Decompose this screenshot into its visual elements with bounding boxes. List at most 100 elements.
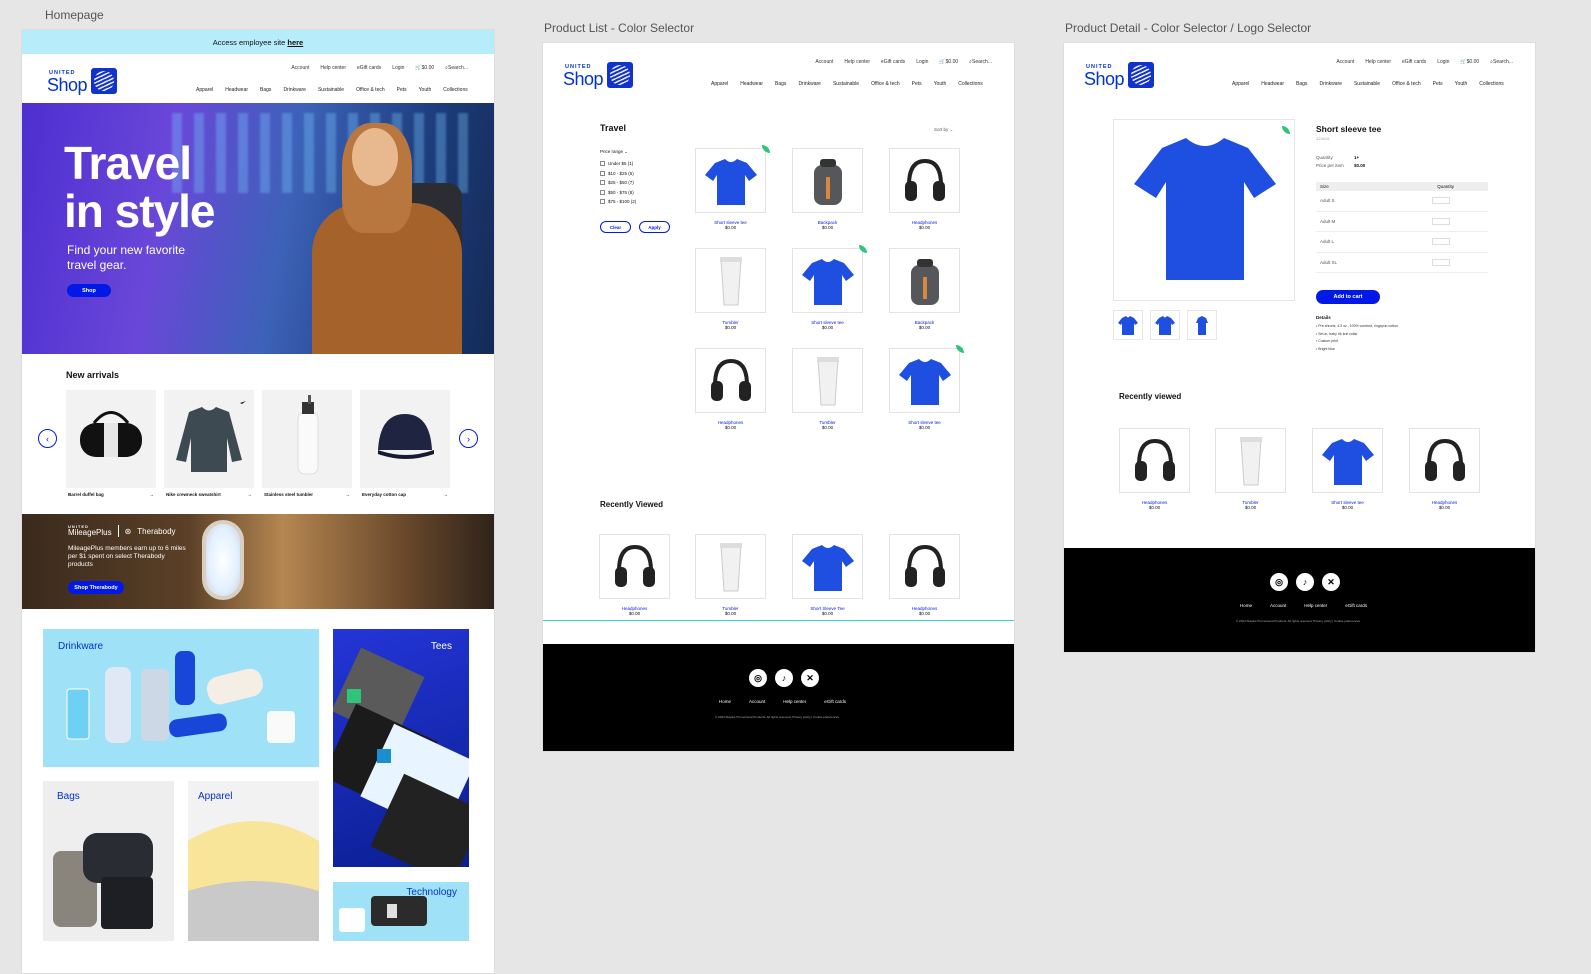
clear-button[interactable]: Clear [600, 221, 631, 233]
tile-tees[interactable]: Tees [333, 629, 469, 867]
help-center-link[interactable]: Help center [320, 65, 346, 71]
tile-bags[interactable]: Bags [43, 781, 174, 941]
thumbnail-front[interactable] [1113, 310, 1143, 340]
sort-dropdown[interactable]: Sort by ⌄ [934, 127, 953, 133]
help-center-link[interactable]: Help center [1365, 59, 1391, 65]
united-shop-logo[interactable]: UNITED Shop [1084, 62, 1155, 88]
footer-help[interactable]: Help center [1304, 603, 1327, 608]
arrow-right-icon[interactable]: → [346, 492, 351, 497]
nav-sustainable[interactable]: Sustainable [318, 87, 344, 93]
price-range-toggle[interactable]: Price range ⌄ [600, 149, 636, 155]
carousel-next-button[interactable]: › [459, 429, 478, 448]
cart-link[interactable]: 🛒$0.00 [1460, 59, 1479, 65]
nav-headwear[interactable]: Headwear [740, 81, 763, 87]
apply-button[interactable]: Apply [639, 221, 670, 233]
arrival-card[interactable] [66, 390, 156, 488]
search-link[interactable]: ⌕Search... [445, 65, 468, 71]
quantity-input[interactable] [1432, 197, 1450, 205]
nav-apparel[interactable]: Apparel [196, 87, 213, 93]
x-icon[interactable]: ✕ [1322, 573, 1340, 591]
footer-home[interactable]: Home [1240, 603, 1252, 608]
account-link[interactable]: Account [815, 59, 833, 65]
footer-egift[interactable]: eGift cards [1345, 603, 1367, 608]
carousel-prev-button[interactable]: ‹ [38, 429, 57, 448]
product-card[interactable]: Tumbler $0.00 [695, 248, 766, 330]
product-card[interactable]: Backpack $0.00 [889, 248, 960, 330]
tile-technology[interactable]: Technology [333, 882, 469, 941]
united-shop-logo[interactable]: UNITED Shop [563, 62, 634, 88]
filter-option[interactable]: Under $5 (1) [600, 161, 636, 166]
nav-drinkware[interactable]: Drinkware [283, 87, 306, 93]
nav-youth[interactable]: Youth [419, 87, 432, 93]
arrival-card[interactable] [164, 390, 254, 488]
egift-link[interactable]: eGift cards [881, 59, 905, 65]
nav-pets[interactable]: Pets [397, 87, 407, 93]
banner-link[interactable]: here [287, 38, 303, 47]
quantity-input[interactable] [1432, 217, 1450, 225]
instagram-icon[interactable]: ◎ [749, 669, 767, 687]
account-link[interactable]: Account [1336, 59, 1354, 65]
product-card[interactable]: Headphones $0.00 [889, 148, 960, 230]
recent-card[interactable]: Tumbler $0.00 [1215, 428, 1286, 510]
instagram-icon[interactable]: ◎ [1270, 573, 1288, 591]
nav-office-tech[interactable]: Office & tech [356, 87, 385, 93]
nav-drinkware[interactable]: Drinkware [1319, 81, 1342, 87]
nav-headwear[interactable]: Headwear [1261, 81, 1284, 87]
filter-option[interactable]: $25 - $50 (7) [600, 180, 636, 185]
nav-collections[interactable]: Collections [958, 81, 982, 87]
nav-bags[interactable]: Bags [260, 87, 271, 93]
arrival-card[interactable] [262, 390, 352, 488]
tiktok-icon[interactable]: ♪ [775, 669, 793, 687]
egift-link[interactable]: eGift cards [357, 65, 381, 71]
quantity-input[interactable] [1432, 258, 1450, 266]
product-card[interactable]: Short sleeve tee $0.00 [792, 245, 867, 330]
product-card[interactable]: Tumbler $0.00 [792, 348, 863, 430]
nav-drinkware[interactable]: Drinkware [798, 81, 821, 87]
recent-card[interactable]: Headphones $0.00 [889, 534, 960, 616]
egift-link[interactable]: eGift cards [1402, 59, 1426, 65]
nav-apparel[interactable]: Apparel [711, 81, 728, 87]
add-to-cart-button[interactable]: Add to cart [1316, 290, 1380, 304]
product-card[interactable]: Short sleeve tee $0.00 [889, 345, 964, 430]
tile-drinkware[interactable]: Drinkware [43, 629, 319, 767]
account-link[interactable]: Account [291, 65, 309, 71]
nav-sustainable[interactable]: Sustainable [1354, 81, 1380, 87]
footer-home[interactable]: Home [719, 699, 731, 704]
recent-card[interactable]: Headphones $0.00 [599, 534, 670, 616]
filter-option[interactable]: $75 - $100 (2) [600, 199, 636, 204]
nav-bags[interactable]: Bags [1296, 81, 1307, 87]
thumbnail-side[interactable] [1150, 310, 1180, 340]
footer-account[interactable]: Account [1270, 603, 1286, 608]
thumbnail-back[interactable] [1187, 310, 1217, 340]
recent-card[interactable]: Short Sleeve Tee $0.00 [792, 534, 863, 616]
cart-link[interactable]: 🛒$0.00 [415, 65, 434, 71]
product-card[interactable]: Short sleeve tee $0.00 [695, 145, 770, 230]
recent-card[interactable]: Tumbler $0.00 [695, 534, 766, 616]
login-link[interactable]: Login [916, 59, 928, 65]
nav-office-tech[interactable]: Office & tech [871, 81, 900, 87]
login-link[interactable]: Login [392, 65, 404, 71]
hero-shop-button[interactable]: Shop [67, 284, 111, 297]
filter-option[interactable]: $50 - $75 (8) [600, 189, 636, 195]
search-link[interactable]: ⌕Search... [969, 59, 992, 65]
recent-card[interactable]: Headphones $0.00 [1119, 428, 1190, 510]
quantity-input[interactable] [1432, 238, 1450, 246]
tiktok-icon[interactable]: ♪ [1296, 573, 1314, 591]
help-center-link[interactable]: Help center [844, 59, 870, 65]
arrow-right-icon[interactable]: → [248, 492, 253, 497]
search-link[interactable]: ⌕Search... [1490, 59, 1513, 65]
nav-office-tech[interactable]: Office & tech [1392, 81, 1421, 87]
product-card[interactable]: Backpack $0.00 [792, 148, 863, 230]
footer-egift[interactable]: eGift cards [824, 699, 846, 704]
nav-pets[interactable]: Pets [912, 81, 922, 87]
x-icon[interactable]: ✕ [801, 669, 819, 687]
footer-help[interactable]: Help center [783, 699, 806, 704]
arrival-card[interactable] [360, 390, 450, 488]
recent-card[interactable]: Headphones $0.00 [1409, 428, 1480, 510]
arrow-right-icon[interactable]: → [150, 492, 155, 497]
nav-youth[interactable]: Youth [1455, 81, 1468, 87]
cart-link[interactable]: 🛒$0.00 [939, 59, 958, 65]
arrow-right-icon[interactable]: → [444, 492, 449, 497]
nav-bags[interactable]: Bags [775, 81, 786, 87]
nav-pets[interactable]: Pets [1433, 81, 1443, 87]
